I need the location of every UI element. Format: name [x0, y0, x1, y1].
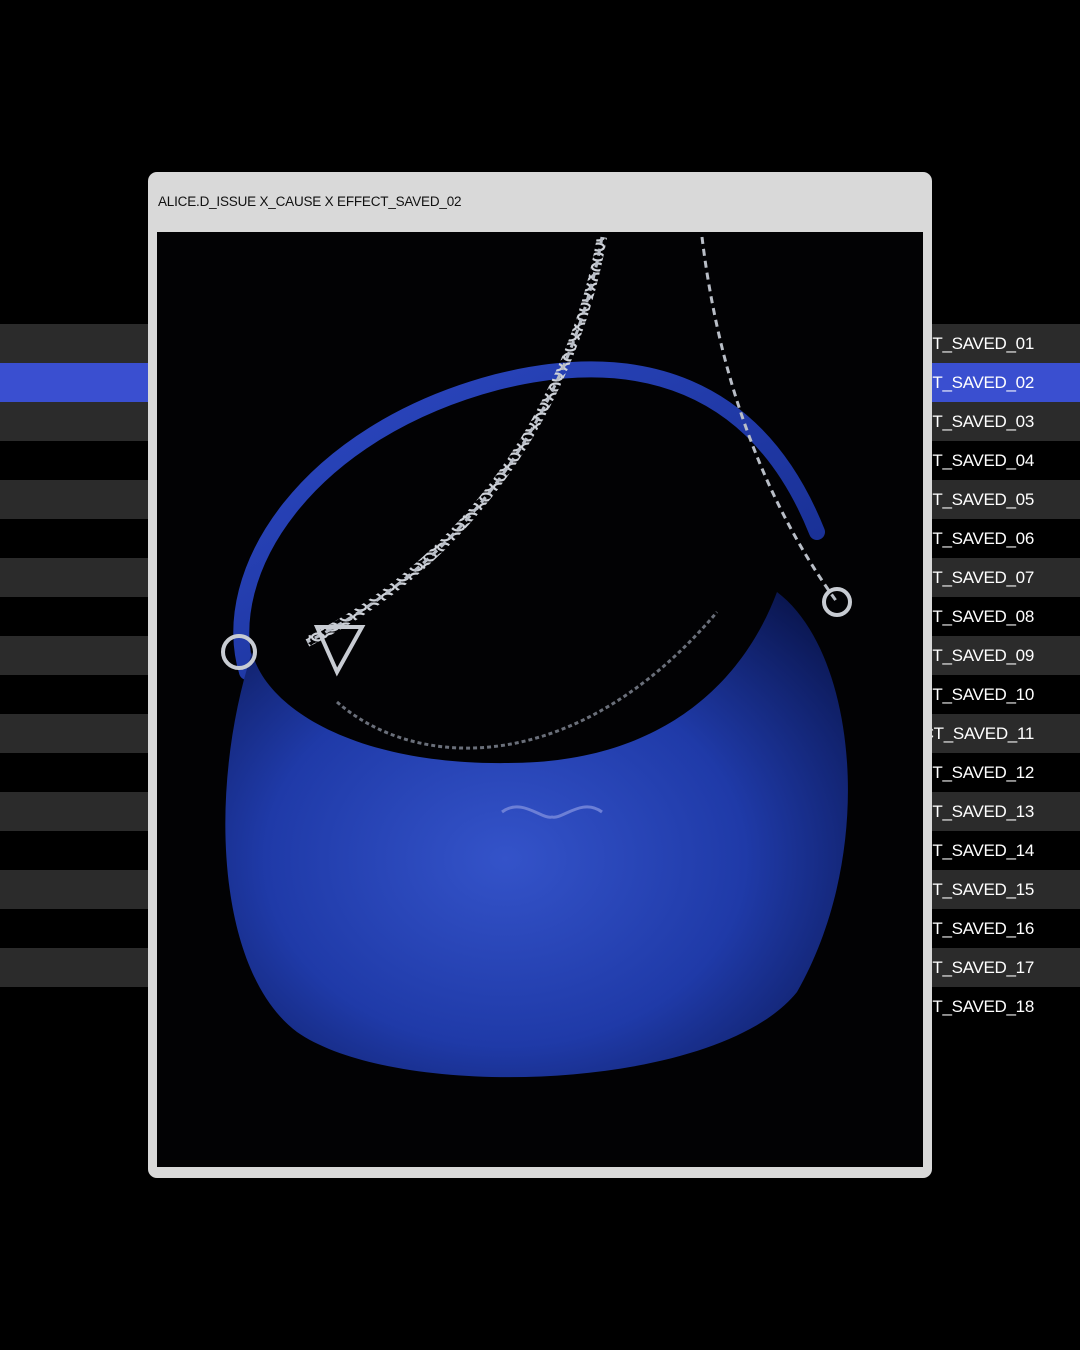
window-title: ALICE.D_ISSUE X_CAUSE X EFFECT_SAVED_02 — [158, 194, 462, 209]
list-item-label: T_SAVED_08 — [932, 607, 1034, 626]
list-item-label: CT_SAVED_18 — [920, 997, 1034, 1016]
handbag-photo — [157, 232, 923, 1167]
list-item-label: CT_SAVED_02 — [920, 373, 1034, 392]
list-item-label: CT_SAVED_14 — [920, 841, 1034, 860]
photo-viewport — [157, 232, 923, 1167]
list-item-label: CT_SAVED_12 — [920, 763, 1034, 782]
list-item-label: CT_SAVED_11 — [921, 724, 1035, 743]
list-item-label: T_SAVED_03 — [932, 412, 1034, 431]
list-item-label: CT_SAVED_10 — [920, 685, 1034, 704]
list-item-label: T_SAVED_06 — [932, 529, 1034, 548]
list-item-label: CT_SAVED_16 — [920, 919, 1034, 938]
list-item-label: T_SAVED_09 — [932, 646, 1034, 665]
preview-window[interactable]: ALICE.D_ISSUE X_CAUSE X EFFECT_SAVED_02 — [148, 172, 932, 1178]
list-item-label: T_SAVED_01 — [932, 334, 1034, 353]
list-item-label: CT_SAVED_07 — [920, 568, 1034, 587]
list-item-label: T_SAVED_05 — [932, 490, 1034, 509]
list-item-label: CT_SAVED_13 — [920, 802, 1034, 821]
list-item-label: CT_SAVED_15 — [920, 880, 1034, 899]
list-item-label: CT_SAVED_17 — [920, 958, 1034, 977]
list-item-label: T_SAVED_04 — [932, 451, 1034, 470]
